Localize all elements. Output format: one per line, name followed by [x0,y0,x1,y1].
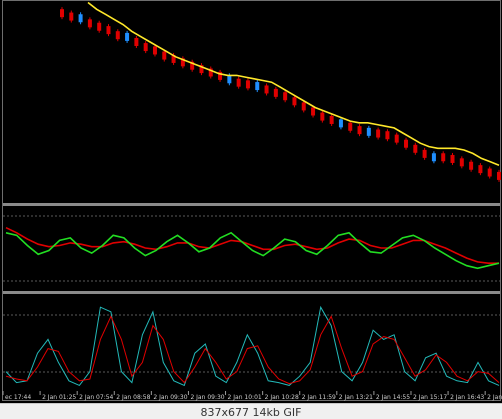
oscillator-group [5,226,500,270]
time-label: 2 Jan 09:30 [153,394,187,401]
candle-body [227,75,232,84]
time-label: 2 Jan 11:59 [302,394,336,401]
candle-body [478,165,483,174]
candle-body [292,97,297,106]
time-label: 2 Jan [487,394,502,401]
candle-body [152,46,157,55]
candle-body [413,144,418,153]
stochastic-main-line [5,305,500,387]
time-label: 2 Jan 07:54 [79,394,113,401]
time-label: 2 Jan 08:58 [116,394,150,401]
candle-body [115,31,120,40]
candle-body [329,115,334,124]
candle-body [450,154,455,163]
time-axis: ec 17:44 2 Jan 01:25 2 Jan 07:54 2 Jan 08:5… [2,391,502,401]
candle-body [376,129,381,138]
candle-body [87,19,92,28]
moving-average-line [87,1,500,166]
candle-body [236,78,241,87]
time-label: ec 17:44 [5,394,31,401]
candle-body [441,153,446,162]
candle-body [385,131,390,140]
panel-separator-bottom[interactable] [3,291,500,294]
candles-group [60,7,501,182]
candle-body [162,51,167,60]
chart-screenshot: ec 17:44 2 Jan 01:25 2 Jan 07:54 2 Jan 08:5… [0,0,502,419]
candle-body [311,107,316,116]
candle-body [97,22,102,31]
candle-body [69,12,74,21]
stochastic-group [5,305,500,387]
time-label: 2 Jan 13:21 [339,394,373,401]
chart-frame [2,0,501,401]
candle-body [143,43,148,52]
candle-body [245,80,250,89]
candle-body [320,112,325,121]
candle-body [487,168,492,177]
time-label: 2 Jan 01:25 [42,394,76,401]
candle-body [366,127,371,136]
candle-body [459,158,464,167]
time-label: 2 Jan 14:55 [376,394,410,401]
candle-body [404,139,409,148]
candle-body [60,9,64,18]
candle-body [78,14,83,23]
time-label: 2 Jan 10:28 [265,394,299,401]
candle-body [106,26,111,35]
candle-body [338,119,343,128]
panel-separator-top[interactable] [3,203,500,206]
candle-body [134,37,139,46]
moving-average-group [87,1,500,166]
time-label: 2 Jan 09:30 [190,394,224,401]
time-label: 2 Jan 10:01 [228,394,262,401]
time-label: 2 Jan 16:43 [450,394,484,401]
oscillator-fast-line [5,231,500,270]
candle-body [348,122,353,131]
candle-body [431,153,436,162]
candle-body [394,134,399,143]
stochastic-signal-line [5,315,500,385]
candle-body [283,92,288,101]
candle-body [264,85,269,94]
candle-body [469,161,474,170]
candle-body [497,171,501,180]
oscillator-slow-line [5,226,499,264]
candle-body [422,149,427,158]
candle-body [255,82,260,91]
candle-body [125,32,130,41]
candle-body [273,88,278,97]
time-label: 2 Jan 15:17 [413,394,447,401]
candle-body [301,102,306,111]
image-caption: 837x677 14kb GIF [0,403,502,419]
trading-chart: ec 17:44 2 Jan 01:25 2 Jan 07:54 2 Jan 08:5… [2,0,502,401]
candle-body [357,126,362,135]
